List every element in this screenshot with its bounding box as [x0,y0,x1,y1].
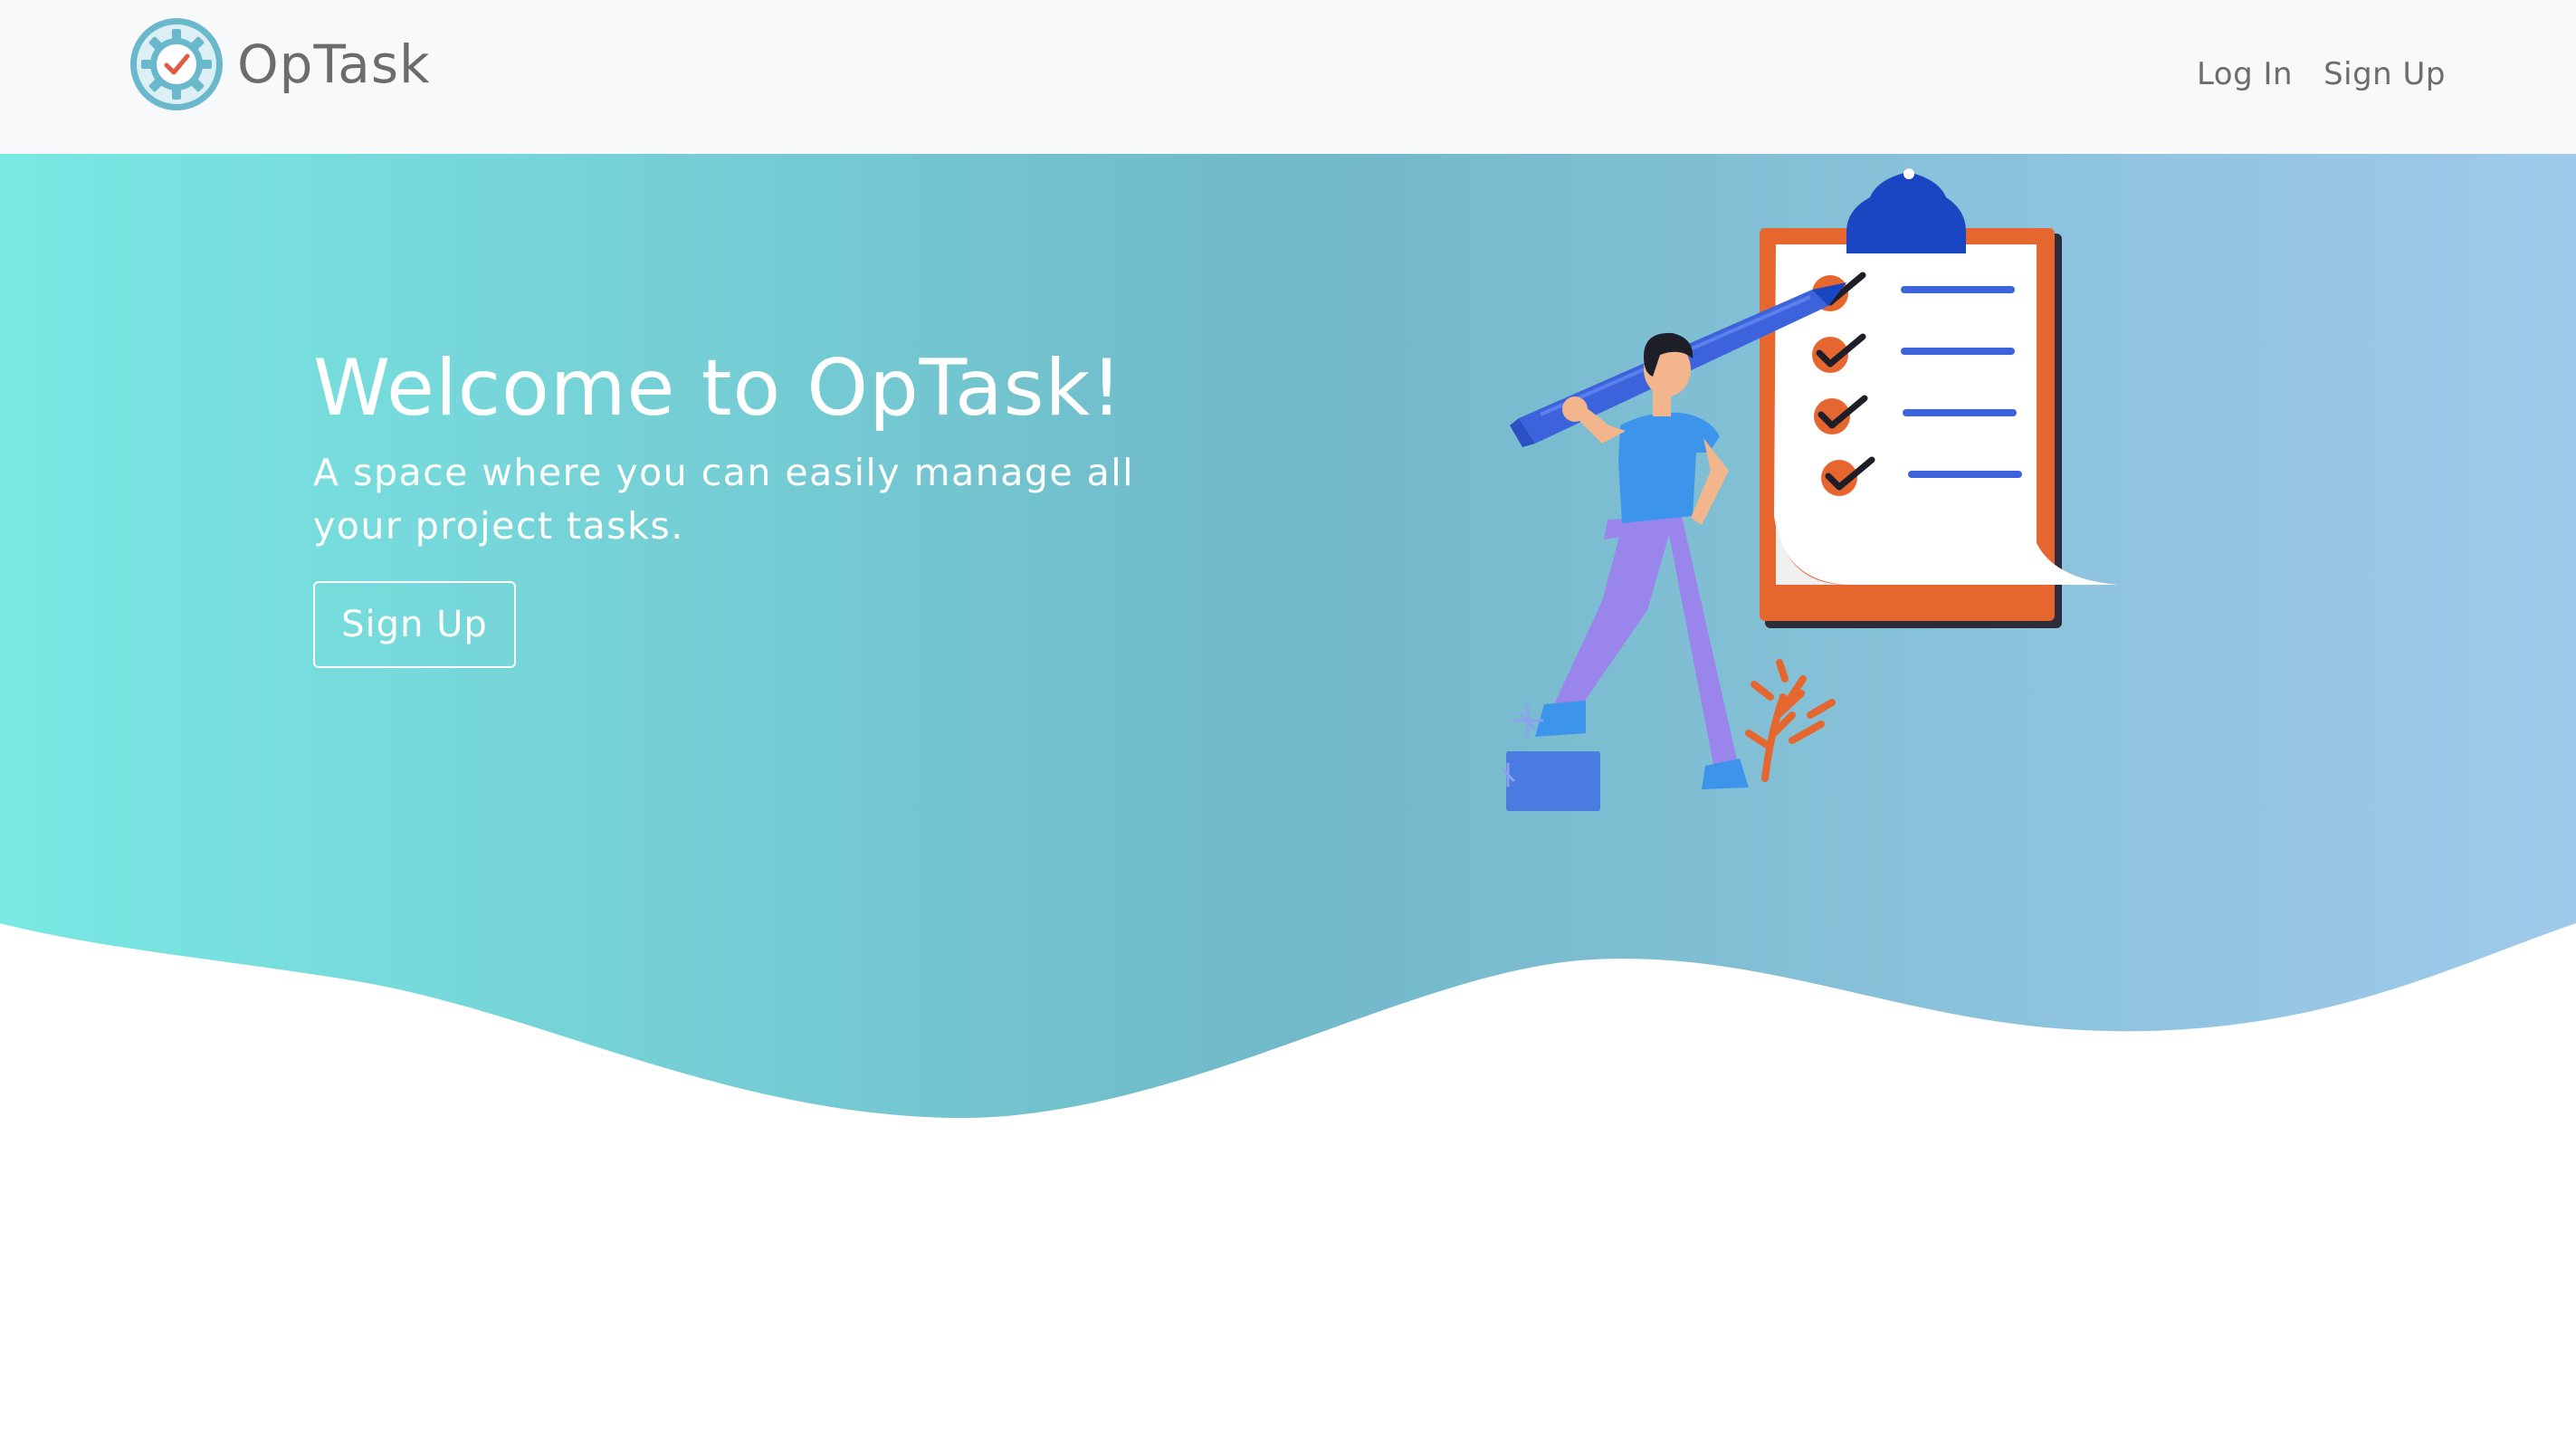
gear-check-icon [130,18,223,110]
hero-subtitle: A space where you can easily manage all … [313,450,1135,549]
top-navbar: OpTask Log In Sign Up [0,0,2576,154]
nav-signup-link[interactable]: Sign Up [2323,56,2446,92]
nav-links: Log In Sign Up [2197,56,2446,92]
hero-text: Welcome to OpTask! A space where you can… [313,344,1218,554]
hero-section: Welcome to OpTask! A space where you can… [0,154,2576,1150]
clipboard-clip [1846,172,1966,253]
decorative-plant [1745,659,1836,782]
person [1506,332,1749,811]
nav-login-link[interactable]: Log In [2197,56,2293,92]
hero-title: Welcome to OpTask! [313,343,1123,434]
brand-name: OpTask [237,33,431,95]
brand-home-link[interactable]: OpTask [129,16,431,112]
checklist-illustration [1501,168,2118,811]
hero-signup-button[interactable]: Sign Up [313,581,516,668]
